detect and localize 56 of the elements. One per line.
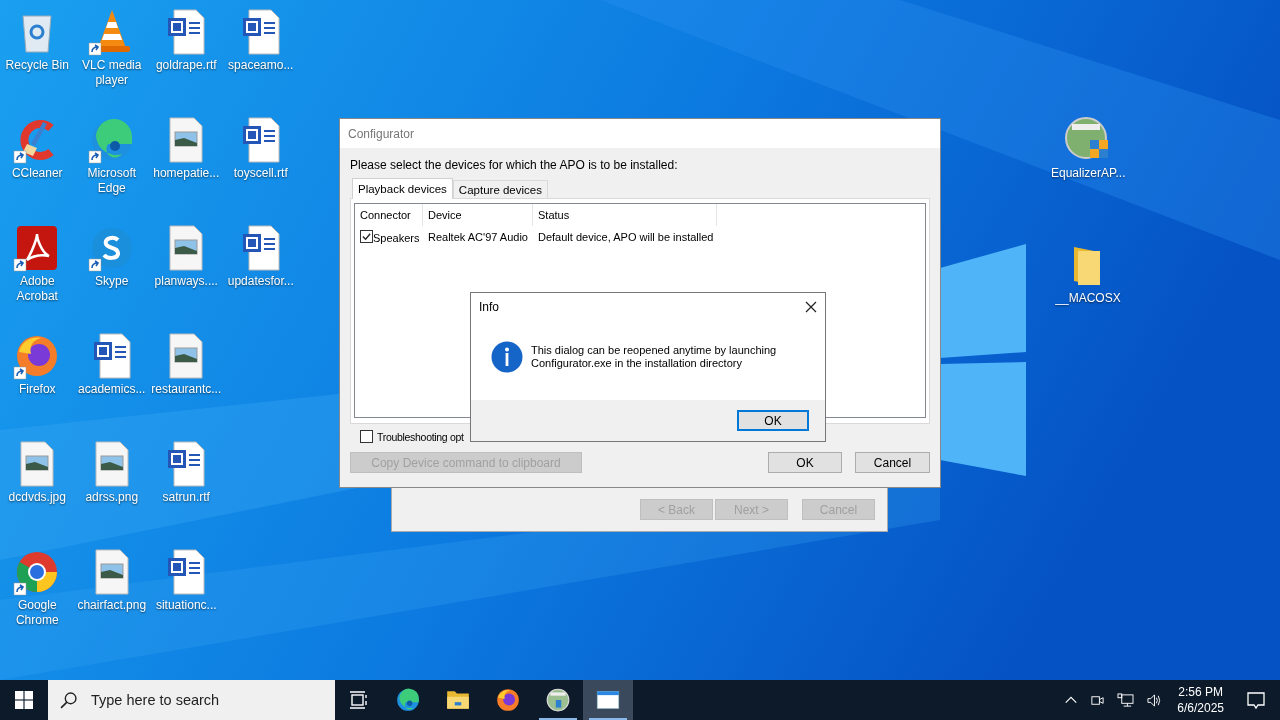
desktop-icon-label[interactable]: chairfact.png xyxy=(74,598,149,613)
dialog-title: Info xyxy=(479,300,499,314)
browser-icon xyxy=(495,687,521,713)
tab[interactable]: Capture devices xyxy=(452,180,548,198)
desktop-icon-label[interactable]: goldrape.rtf xyxy=(149,58,224,73)
search-bar[interactable]: Type here to search xyxy=(48,680,335,720)
checkbox-label[interactable]: Troubleshooting opt xyxy=(377,430,464,443)
desktop-icon-label[interactable]: toyscell.rtf xyxy=(223,166,298,181)
desktop-icon-label[interactable]: updatesfor... xyxy=(223,274,298,289)
tab[interactable]: Playback devices xyxy=(352,178,453,199)
desktop-icon-label[interactable]: Google Chrome xyxy=(0,598,75,628)
clock-time[interactable]: 2:56 PM xyxy=(1178,684,1223,700)
notification-icon[interactable] xyxy=(1246,690,1266,710)
desktop-icon-label[interactable]: academics... xyxy=(74,382,149,397)
network-icon[interactable] xyxy=(1117,692,1135,708)
column-header[interactable]: Status xyxy=(533,204,717,226)
globe-icon xyxy=(545,687,571,713)
desktop-icon-label[interactable]: CCleaner xyxy=(0,166,75,181)
dialog-button[interactable]: OK xyxy=(768,452,842,473)
desktop-icon-label[interactable]: Microsoft Edge xyxy=(74,166,149,196)
windows-logo-icon xyxy=(15,691,33,709)
desktop-icon-label[interactable]: spaceamo... xyxy=(223,58,298,73)
desktop-icon-label[interactable]: Adobe Acrobat xyxy=(0,274,75,304)
desktop-icon-label[interactable]: Recycle Bin xyxy=(0,58,75,73)
desktop-icon-label[interactable]: dcdvds.jpg xyxy=(0,490,75,505)
desktop-icon-label[interactable]: EqualizerAP... xyxy=(1051,166,1125,181)
info-icon xyxy=(491,340,523,373)
desktop-icon-label[interactable]: adrss.png xyxy=(74,490,149,505)
table-cell-text: Realtek AC'97 Audio xyxy=(427,231,529,243)
desktop-icon-label[interactable]: VLC media player xyxy=(74,58,149,88)
checkbox[interactable] xyxy=(360,430,373,443)
desktop-icon-label[interactable]: planways.... xyxy=(149,274,224,289)
desktop-icon-label[interactable]: __MACOSX xyxy=(1051,291,1125,306)
clock-date[interactable]: 6/6/2025 xyxy=(1177,700,1224,716)
search-field[interactable]: Type here to search xyxy=(89,691,333,709)
search-icon xyxy=(60,691,77,709)
checkbox[interactable] xyxy=(360,230,373,243)
desktop-icon-label[interactable]: satrun.rtf xyxy=(149,490,224,505)
column-header[interactable]: Device xyxy=(423,204,533,226)
column-header[interactable]: Connector xyxy=(355,204,423,226)
message-text: This dialog can be reopened anytime by launching Configurator.exe in the installation directory xyxy=(531,343,777,370)
taskbar-app-button[interactable] xyxy=(583,680,633,720)
desktop-icon-label[interactable]: restaurantc... xyxy=(149,382,224,397)
desktop-icon-label[interactable]: situationc... xyxy=(149,598,224,613)
close-icon[interactable] xyxy=(805,301,817,313)
desktop-icon-label[interactable]: Firefox xyxy=(0,382,75,397)
task-view-icon xyxy=(349,690,369,710)
table-cell: Speakers xyxy=(373,232,420,244)
instruction-text: Please select the devices for which the APO is to be installed: xyxy=(350,158,679,172)
table-cell-text: Default device, APO will be installed xyxy=(537,231,715,243)
dialog-button[interactable]: Cancel xyxy=(855,452,930,473)
ok-button[interactable]: OK xyxy=(737,410,809,431)
desktop-icon-label[interactable]: homepatie... xyxy=(149,166,224,181)
desktop-icon-label[interactable]: Skype xyxy=(74,274,149,289)
browser-icon xyxy=(395,687,421,713)
window-title: Configurator xyxy=(348,126,415,141)
